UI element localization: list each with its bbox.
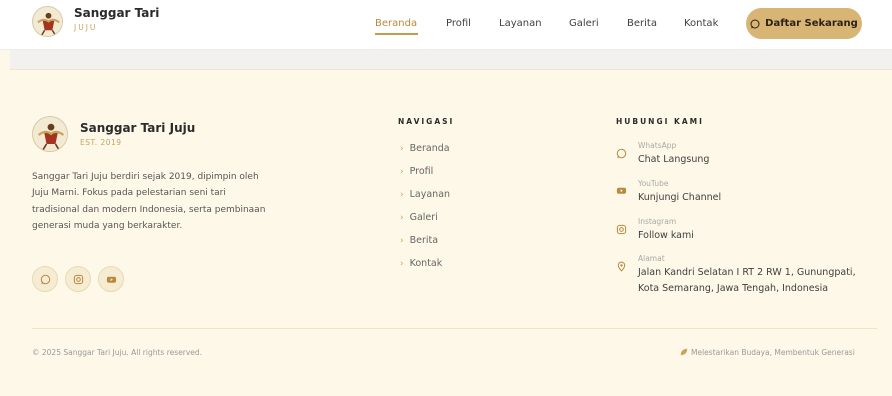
whatsapp-icon [614,146,628,160]
nav-kontak[interactable]: Kontak [684,18,718,29]
site-header: Sanggar Tari JUJU Beranda Profil Layanan… [0,0,892,50]
contact-whatsapp-label: WhatsApp [638,141,677,150]
whatsapp-icon [750,18,760,29]
chevron-right-icon: › [400,213,404,223]
cta-label: Daftar Sekarang [765,18,858,29]
footer-nav-title: NAVIGASI [398,117,455,126]
nav-layanan[interactable]: Layanan [499,18,542,29]
contact-youtube-label: YouTube [638,179,669,188]
chevron-right-icon: › [400,167,404,177]
contact-instagram-link[interactable]: Follow kami [638,228,694,244]
contact-instagram-label: Instagram [638,217,677,226]
youtube-icon [614,183,628,197]
instagram-icon [614,222,628,236]
nav-berita[interactable]: Berita [627,18,657,29]
brand-logo[interactable] [32,6,63,37]
chevron-right-icon: › [400,190,404,200]
footer-divider [32,328,877,329]
chevron-right-icon: › [400,259,404,269]
nav-profil[interactable]: Profil [446,18,471,29]
social-youtube-button[interactable] [98,266,124,292]
footer-nav-kontak[interactable]: › Kontak [400,258,442,269]
footer-nav-berita[interactable]: › Berita [400,235,438,246]
chevron-right-icon: › [400,144,404,154]
instagram-icon [73,274,83,284]
footer-contact-title: HUBUNGI KAMI [616,117,704,126]
leaf-icon [680,348,688,356]
location-icon [614,259,628,273]
footer-nav-beranda[interactable]: › Beranda [400,143,450,154]
daftar-sekarang-button[interactable]: Daftar Sekarang [746,8,862,39]
youtube-icon [106,276,116,283]
nav-active-underline [375,33,418,35]
chevron-right-icon: › [400,236,404,246]
footer-nav-profil[interactable]: › Profil [400,166,433,177]
contact-address-label: Alamat [638,254,665,263]
social-instagram-button[interactable] [65,266,91,292]
contact-youtube-link[interactable]: Kunjungi Channel [638,190,721,206]
page-strip [10,50,892,70]
footer-tagline: Melestarikan Budaya, Membentuk Generasi [680,348,855,357]
nav-beranda[interactable]: Beranda [375,18,417,29]
footer-brand-name: Sanggar Tari Juju [80,121,196,135]
footer-logo [32,116,68,152]
nav-galeri[interactable]: Galeri [569,18,599,29]
footer-nav-galeri[interactable]: › Galeri [400,212,438,223]
brand-subtitle: JUJU [74,23,98,32]
copyright-text: © 2025 Sanggar Tari Juju. All rights res… [32,348,203,357]
whatsapp-icon [40,274,50,284]
brand-name: Sanggar Tari [74,6,160,20]
contact-whatsapp-link[interactable]: Chat Langsung [638,152,709,168]
social-whatsapp-button[interactable] [32,266,58,292]
footer-description: Sanggar Tari Juju berdiri sejak 2019, di… [32,172,266,232]
footer-nav-layanan[interactable]: › Layanan [400,189,450,200]
contact-address-value: Jalan Kandri Selatan I RT 2 RW 1, Gunung… [638,267,856,294]
footer-est: EST. 2019 [80,138,122,147]
